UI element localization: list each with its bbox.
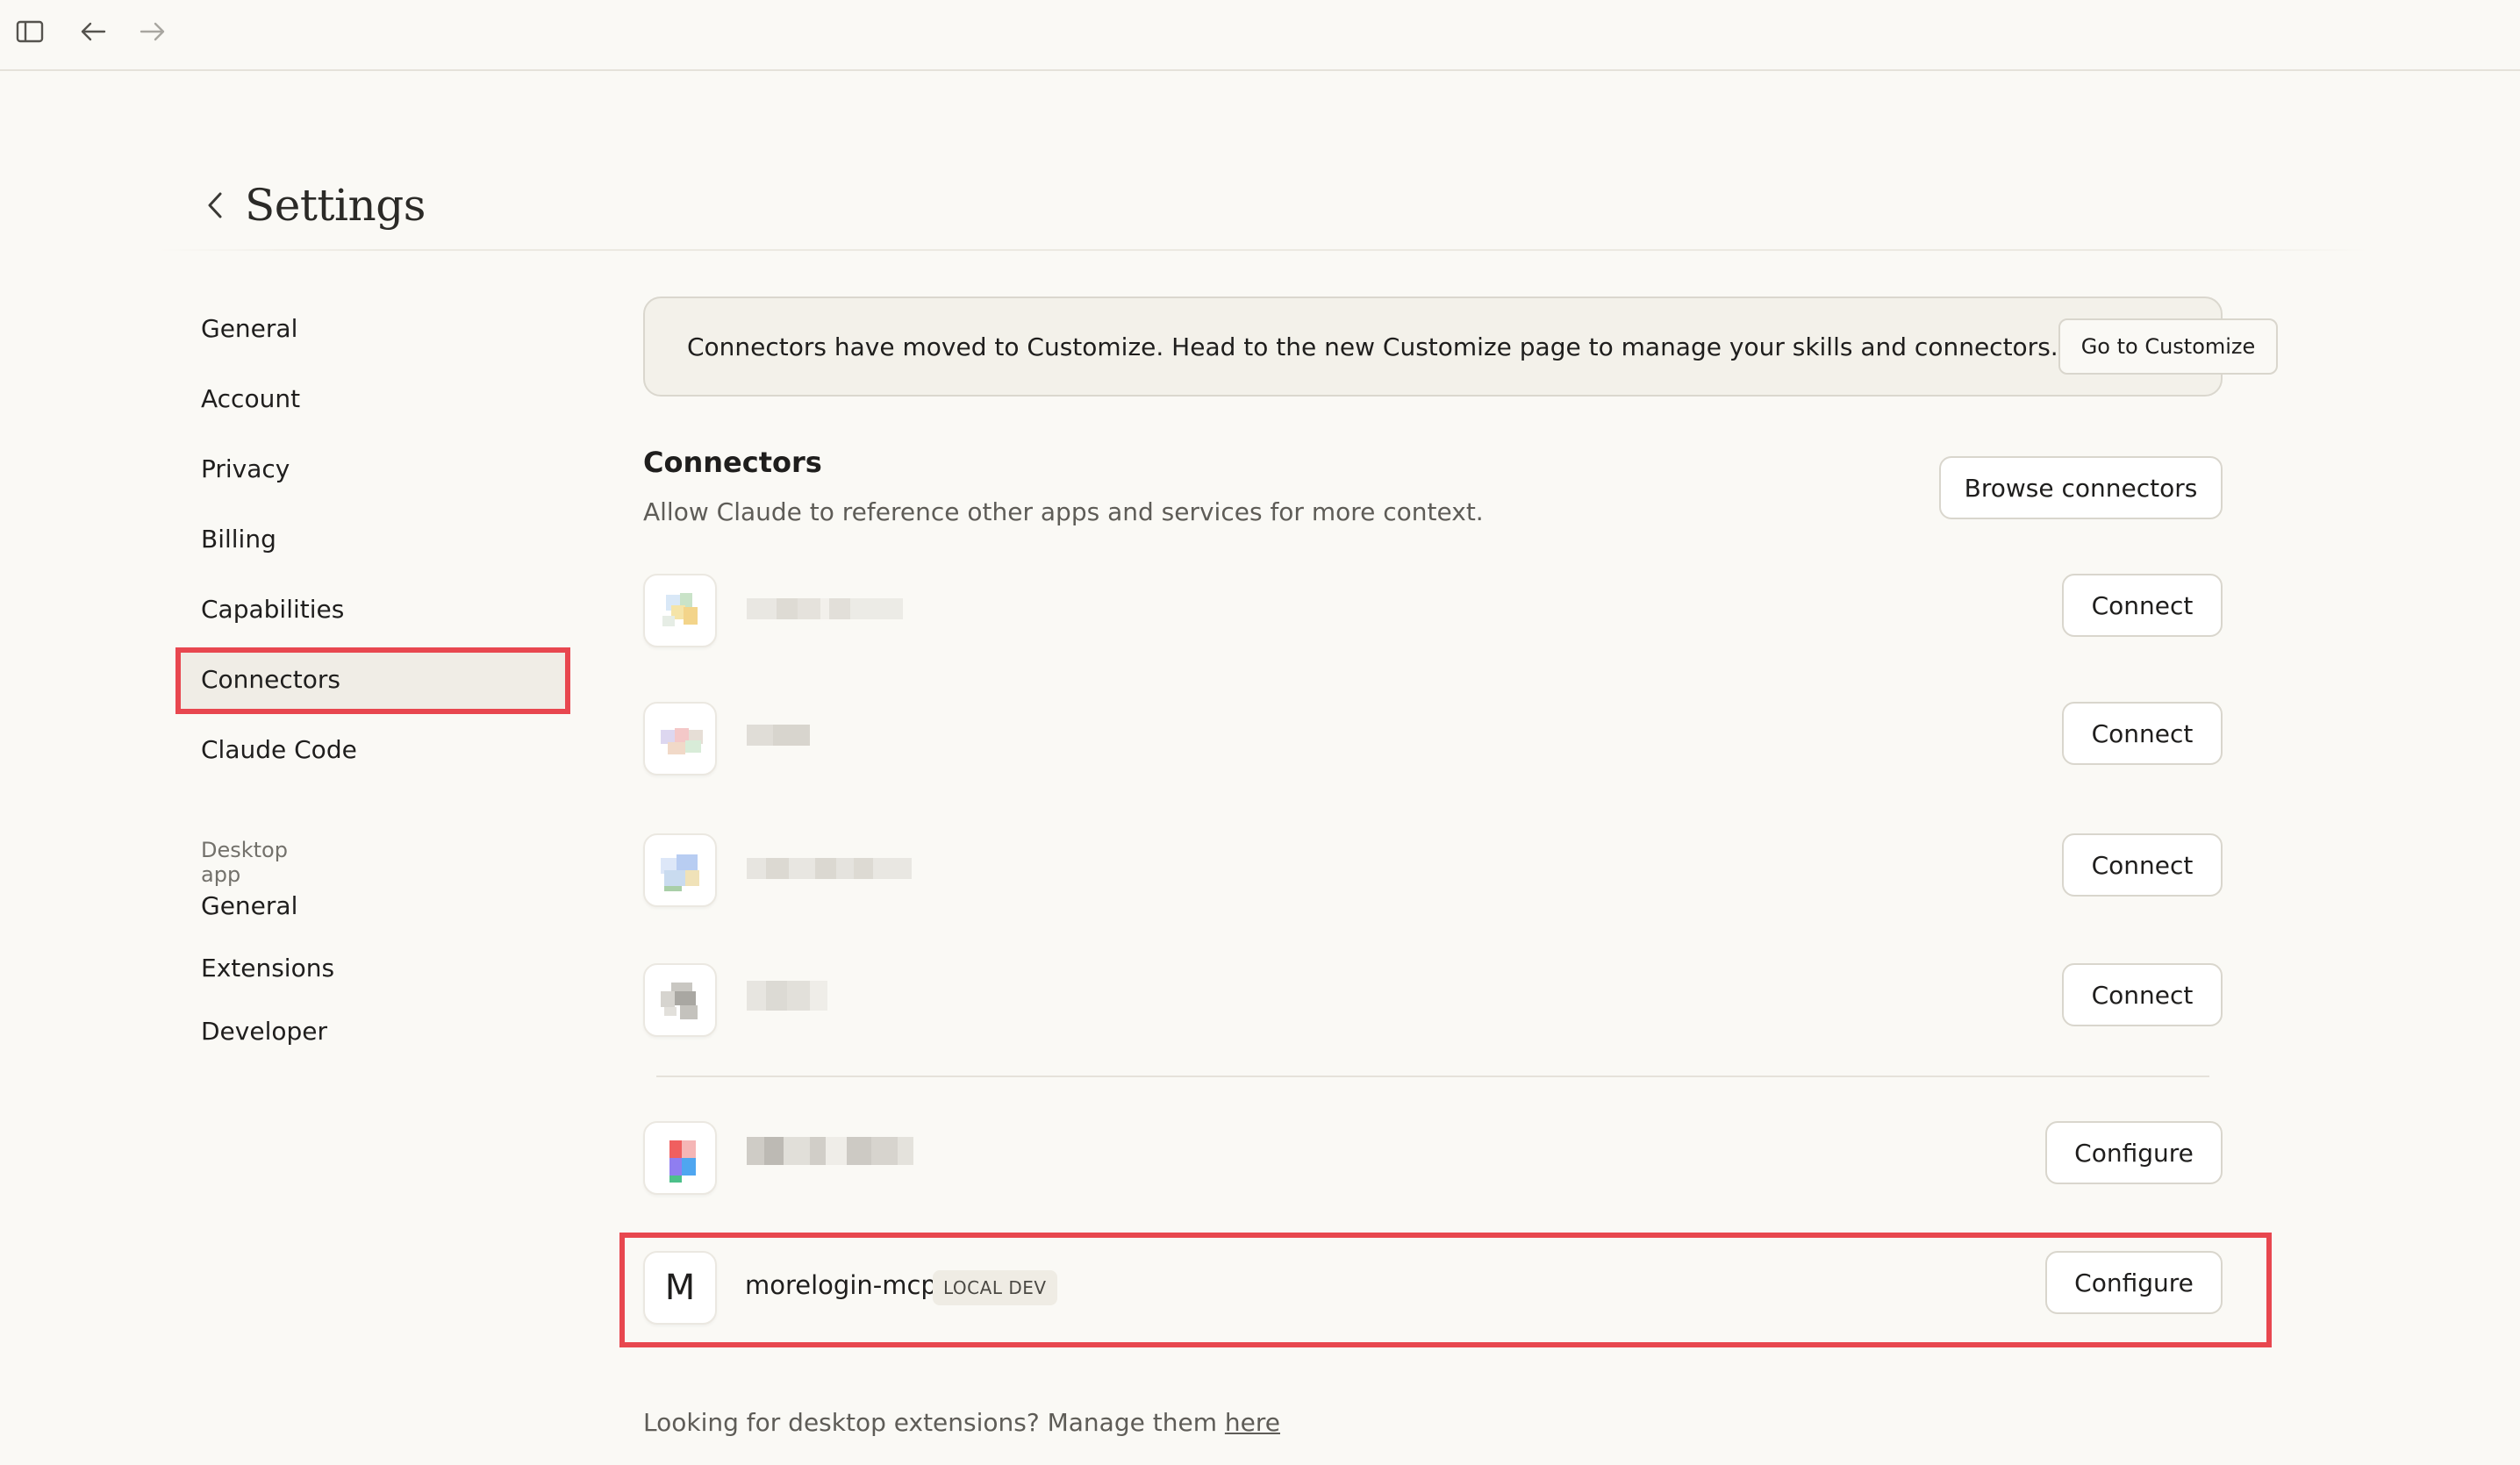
sidebar-item-label: Extensions (201, 953, 335, 983)
header-divider (158, 249, 2369, 251)
sidebar-item-label: Connectors (201, 664, 341, 694)
connector-name-blurred (747, 858, 912, 883)
connector-logo-blurred (643, 833, 717, 907)
local-dev-badge: LOCAL DEV (933, 1270, 1057, 1305)
connect-button[interactable]: Connect (2062, 702, 2223, 765)
manage-extensions-link[interactable]: here (1225, 1408, 1280, 1437)
connect-button[interactable]: Connect (2062, 963, 2223, 1026)
connector-row: Configure (643, 1121, 2223, 1195)
chevron-left-icon[interactable] (197, 188, 233, 223)
sidebar-item-billing[interactable]: Billing (175, 507, 567, 570)
sidebar-item-account[interactable]: Account (175, 367, 567, 430)
sidebar-item-desktop-general[interactable]: General (175, 874, 567, 937)
connector-logo-blurred (643, 702, 717, 775)
sidebar-panel-icon[interactable] (12, 16, 47, 47)
connector-logo-blurred (643, 963, 717, 1037)
sidebar-item-privacy[interactable]: Privacy (175, 437, 567, 500)
connector-row-morelogin-mcp: M morelogin-mcp LOCAL DEV Configure (643, 1251, 2223, 1325)
sidebar-item-developer[interactable]: Developer (175, 999, 567, 1062)
connector-row: Connect (643, 833, 2223, 907)
connector-logo: M (643, 1251, 717, 1325)
sidebar-item-claude-code[interactable]: Claude Code (175, 718, 567, 781)
go-to-customize-button[interactable]: Go to Customize (2058, 318, 2279, 375)
connectors-divider (656, 1076, 2209, 1077)
page-title: Settings (245, 180, 426, 231)
connector-name-blurred (747, 981, 827, 1012)
footer-text: Looking for desktop extensions? Manage t… (643, 1408, 1225, 1437)
connector-row: Connect (643, 963, 2223, 1037)
banner-text: Connectors have moved to Customize. Head… (687, 332, 2058, 361)
sidebar-item-label: Privacy (201, 454, 290, 483)
connector-name-blurred (747, 1137, 913, 1168)
browse-connectors-button[interactable]: Browse connectors (1939, 456, 2223, 519)
page-header: Settings (197, 180, 426, 231)
sidebar-item-label: General (201, 890, 298, 920)
connector-logo-letter: M (664, 1268, 696, 1308)
sidebar-item-connectors[interactable]: Connectors (175, 647, 567, 711)
connect-button[interactable]: Connect (2062, 574, 2223, 637)
sidebar-item-label: Developer (201, 1016, 328, 1046)
sidebar-item-general[interactable]: General (175, 297, 567, 360)
section-title: Connectors (643, 446, 822, 479)
arrow-right-icon[interactable] (135, 16, 170, 47)
configure-button[interactable]: Configure (2045, 1121, 2223, 1184)
connector-logo-blurred (643, 1121, 717, 1195)
sidebar-item-label: Claude Code (201, 734, 357, 764)
footer-note: Looking for desktop extensions? Manage t… (643, 1408, 1280, 1437)
sidebar-item-label: Billing (201, 524, 276, 554)
section-subtitle: Allow Claude to reference other apps and… (643, 497, 1484, 526)
window-toolbar (0, 0, 2520, 71)
sidebar-item-label: General (201, 313, 298, 343)
connect-button[interactable]: Connect (2062, 833, 2223, 897)
customize-banner: Connectors have moved to Customize. Head… (643, 297, 2279, 397)
connector-name-blurred (747, 725, 810, 749)
connector-row: Connect (643, 702, 2223, 775)
configure-button[interactable]: Configure (2045, 1251, 2223, 1314)
arrow-left-icon[interactable] (75, 16, 111, 47)
sidebar-item-capabilities[interactable]: Capabilities (175, 577, 567, 640)
sidebar-item-label: Capabilities (201, 594, 345, 624)
sidebar-item-label: Account (201, 383, 301, 413)
sidebar-item-extensions[interactable]: Extensions (175, 936, 567, 999)
connector-name: morelogin-mcp (745, 1270, 937, 1300)
connector-name-blurred (747, 598, 903, 623)
connector-row: Connect (643, 574, 2223, 647)
connector-logo-blurred (643, 574, 717, 647)
